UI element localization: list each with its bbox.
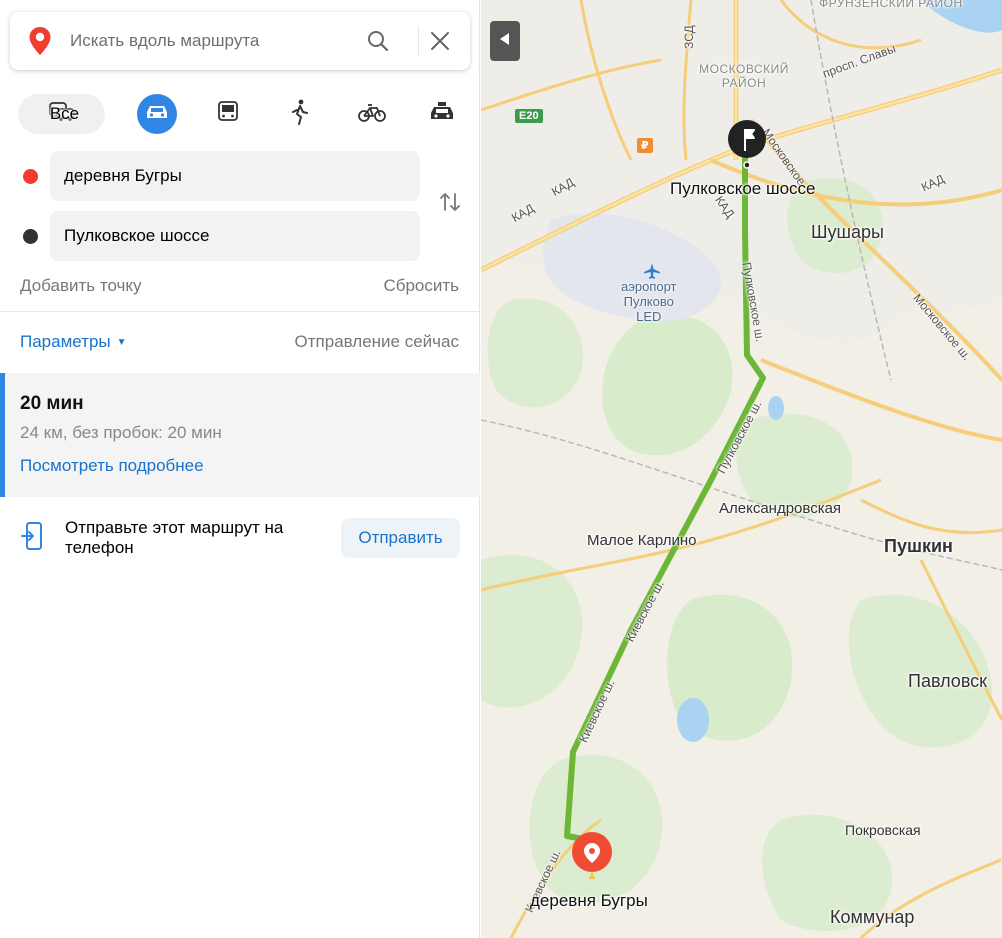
divider: [0, 311, 480, 312]
car-mode-button[interactable]: [137, 94, 177, 134]
params-label: Параметры: [20, 332, 111, 351]
toll-road-shield: ₽: [637, 138, 653, 153]
route-details-link[interactable]: Посмотреть подробнее: [20, 456, 204, 476]
start-pin-marker-icon[interactable]: [571, 831, 613, 892]
road-label-zsd: ЗСД: [681, 25, 696, 49]
swap-points-icon[interactable]: [436, 188, 464, 221]
taxi-icon: [429, 101, 455, 128]
transport-modes: Все: [18, 94, 468, 134]
arrow-left-icon: [500, 32, 510, 50]
finish-flag-marker-icon[interactable]: [726, 119, 768, 174]
start-point-dot: [23, 169, 38, 184]
bike-mode-button[interactable]: [352, 94, 392, 134]
route-option-card[interactable]: 20 мин 24 км, без пробок: 20 мин Посмотр…: [0, 373, 480, 497]
district-label-moskovsky: МОСКОВСКИЙ РАЙОН: [699, 62, 789, 90]
send-to-phone-icon: [21, 521, 45, 558]
airport-label-line2: Пулково: [623, 294, 674, 309]
map-view[interactable]: ФРУНЗЕНСКИЙ РАЙОН МОСКОВСКИЙ РАЙОН E20 ₽…: [481, 0, 1002, 938]
place-label-kommunar: Коммунар: [830, 907, 915, 927]
departure-time-selector[interactable]: Отправление сейчас: [295, 332, 459, 352]
reset-link[interactable]: Сбросить: [383, 276, 459, 296]
place-label-pushkin: Пушкин: [884, 536, 953, 556]
send-route-text: Отправьте этот маршрут на телефон: [65, 518, 284, 557]
airport-label: аэропорт Пулково LED: [621, 279, 677, 324]
route-time: 20 мин: [20, 393, 84, 414]
add-point-link[interactable]: Добавить точку: [20, 276, 142, 296]
start-point-label: деревня Бугры: [530, 891, 648, 910]
route-details: 24 км, без пробок: 20 мин: [20, 423, 222, 442]
bicycle-icon: [358, 101, 386, 128]
search-icon[interactable]: [366, 29, 390, 58]
place-label-pavlovsk: Павловск: [908, 671, 988, 691]
route-search-box: [10, 12, 470, 70]
send-route-button[interactable]: Отправить: [341, 518, 460, 558]
all-modes-button[interactable]: Все: [18, 94, 105, 134]
route-panel: Все деревня Бугры: [0, 0, 480, 938]
airport-label-line3: LED: [636, 309, 662, 324]
place-label-maloe-karlino: Малое Карлино: [587, 532, 697, 549]
end-point-field[interactable]: Пулковское шоссе: [50, 211, 420, 261]
walking-person-icon: [290, 99, 310, 130]
place-label-shushary: Шушары: [811, 222, 884, 242]
all-modes-label: Все: [49, 104, 80, 123]
search-divider: [418, 26, 419, 56]
start-point-field[interactable]: деревня Бугры: [50, 151, 420, 201]
params-dropdown[interactable]: Параметры ▼: [20, 332, 127, 352]
collapse-panel-button[interactable]: [490, 21, 520, 61]
airport-label-line1: аэропорт: [621, 279, 677, 294]
close-icon[interactable]: [428, 29, 452, 58]
taxi-mode-button[interactable]: [422, 94, 462, 134]
end-point-dot: [23, 229, 38, 244]
district-label-frunzensky: ФРУНЗЕНСКИЙ РАЙОН: [819, 0, 963, 10]
route-search-input[interactable]: [70, 26, 360, 56]
finish-point-label: Пулковское шоссе: [670, 179, 816, 198]
walk-mode-button[interactable]: [280, 94, 320, 134]
place-label-aleksandrovskaya: Александровская: [719, 500, 842, 517]
map-pin-icon: [28, 26, 52, 61]
place-label-pokrovskaya: Покровская: [845, 822, 921, 838]
e20-road-shield: E20: [515, 109, 543, 123]
car-icon: [145, 103, 169, 126]
caret-down-icon: ▼: [116, 337, 127, 348]
bus-icon: [217, 100, 239, 129]
bus-mode-button[interactable]: [208, 94, 248, 134]
